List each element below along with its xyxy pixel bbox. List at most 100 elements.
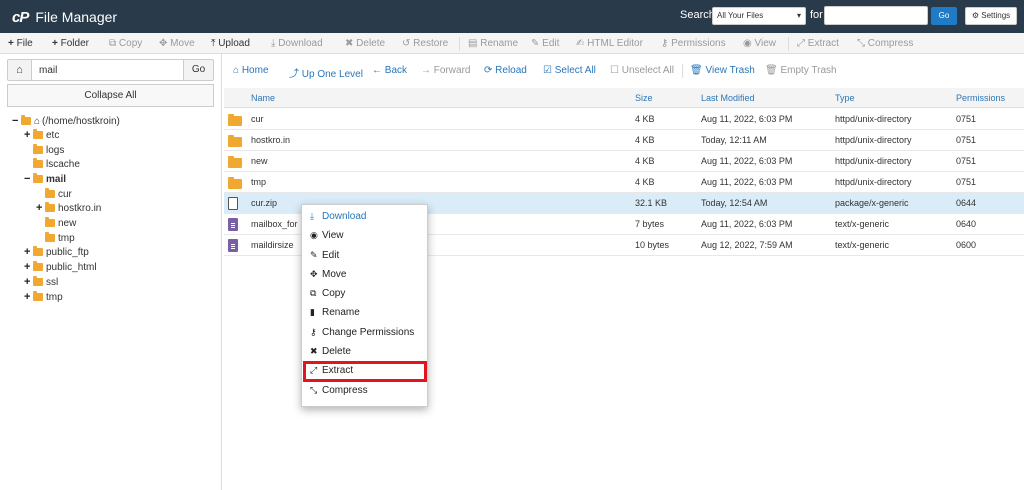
search-scope-select[interactable]: All Your Files ▾ bbox=[712, 7, 806, 25]
copy-icon: ⧉ bbox=[109, 38, 117, 49]
settings-label: Settings bbox=[981, 11, 1011, 20]
tree-item-label: public_html bbox=[46, 261, 97, 273]
collapse-all-button[interactable]: Collapse All bbox=[7, 84, 214, 107]
ctx-copy[interactable]: ⧉ Copy bbox=[310, 288, 345, 299]
unselect-all-button[interactable]: ☐ Unselect All bbox=[610, 65, 674, 76]
folder-icon bbox=[33, 261, 43, 271]
download-button[interactable]: ⤓ Download bbox=[271, 38, 323, 49]
column-header-last-modified[interactable]: Last Modified bbox=[701, 93, 755, 103]
tree-item-logs[interactable]: logs bbox=[33, 143, 64, 157]
edit-button[interactable]: ✎ Edit bbox=[531, 38, 559, 49]
view-trash-button[interactable]: 🗑 View Trash bbox=[690, 65, 755, 76]
move-button[interactable]: ✥ Move bbox=[159, 38, 195, 49]
nav-label: Unselect All bbox=[621, 65, 674, 76]
select-all-button[interactable]: ☑ Select All bbox=[543, 65, 596, 76]
tree-item-etc[interactable]: + etc bbox=[24, 128, 59, 142]
file-modified: Today, 12:11 AM bbox=[701, 135, 767, 145]
upload-button[interactable]: ⤒ Upload bbox=[211, 38, 250, 49]
nav-label: Select All bbox=[554, 65, 596, 76]
path-input[interactable]: mail bbox=[31, 59, 184, 81]
tree-item-mail[interactable]: − mail bbox=[24, 172, 66, 186]
extract-icon: ⤢ bbox=[797, 38, 805, 49]
tree-item-home[interactable]: − ⌂ (/home/hostkroin) bbox=[12, 114, 120, 128]
permissions-button[interactable]: ⚷ Permissions bbox=[661, 38, 726, 49]
expand-toggle-icon[interactable]: + bbox=[24, 246, 32, 258]
file-modified: Today, 12:54 AM bbox=[701, 198, 768, 208]
compress-button[interactable]: ⤡ Compress bbox=[857, 38, 913, 49]
tree-item-lscache[interactable]: lscache bbox=[33, 157, 80, 171]
forward-button[interactable]: → Forward bbox=[421, 65, 470, 76]
ctx-download[interactable]: ⤓ Download bbox=[310, 211, 366, 222]
upload-icon: ⤒ bbox=[211, 38, 216, 49]
ctx-compress[interactable]: ⤡ Compress bbox=[310, 385, 368, 396]
tree-item-label: lscache bbox=[46, 158, 80, 170]
table-row[interactable]: tmp 4 KB Aug 11, 2022, 6:03 PM httpd/uni… bbox=[224, 172, 1024, 193]
tree-item-public-html[interactable]: + public_html bbox=[24, 260, 97, 274]
column-header-permissions[interactable]: Permissions bbox=[956, 93, 1005, 103]
rename-button[interactable]: ▤ Rename bbox=[468, 38, 518, 49]
app-logo[interactable]: cP File Manager bbox=[12, 7, 117, 27]
ctx-change-permissions[interactable]: ⚷ Change Permissions bbox=[310, 327, 414, 338]
file-name: new bbox=[251, 156, 268, 166]
column-header-type[interactable]: Type bbox=[835, 93, 855, 103]
tree-item-new[interactable]: new bbox=[45, 216, 76, 230]
copy-button[interactable]: ⧉ Copy bbox=[109, 38, 142, 49]
toolbar-label: View bbox=[754, 38, 777, 49]
tree-item-ssl[interactable]: + ssl bbox=[24, 275, 58, 289]
table-row[interactable]: new 4 KB Aug 11, 2022, 6:03 PM httpd/uni… bbox=[224, 151, 1024, 172]
new-folder-button[interactable]: + Folder bbox=[52, 38, 89, 49]
expand-toggle-icon[interactable]: + bbox=[24, 291, 32, 303]
expand-toggle-icon[interactable]: + bbox=[24, 129, 32, 141]
file-type: package/x-generic bbox=[835, 198, 909, 208]
html-editor-button[interactable]: ✍ HTML Editor bbox=[576, 38, 643, 49]
search-go-button[interactable]: Go bbox=[931, 7, 957, 25]
delete-icon: ✖ bbox=[345, 38, 354, 49]
folder-icon bbox=[33, 158, 43, 168]
up-one-level-button[interactable]: ⤴ Up One Level bbox=[289, 65, 363, 80]
table-row[interactable]: cur 4 KB Aug 11, 2022, 6:03 PM httpd/uni… bbox=[224, 109, 1024, 130]
back-button[interactable]: ← Back bbox=[372, 65, 407, 76]
new-file-button[interactable]: + File bbox=[8, 38, 33, 49]
expand-toggle-icon[interactable]: + bbox=[24, 276, 32, 288]
empty-trash-button[interactable]: 🗑 Empty Trash bbox=[765, 65, 837, 76]
tree-item-label: tmp bbox=[58, 232, 75, 244]
extract-button[interactable]: ⤢ Extract bbox=[797, 38, 839, 49]
ctx-label: Compress bbox=[322, 385, 368, 396]
ctx-delete[interactable]: ✖ Delete bbox=[310, 346, 351, 357]
ctx-view[interactable]: ◉ View bbox=[310, 230, 344, 241]
tree-item-cur[interactable]: cur bbox=[45, 187, 72, 201]
path-go-button[interactable]: Go bbox=[183, 59, 214, 81]
search-input[interactable] bbox=[824, 6, 928, 25]
file-permissions: 0751 bbox=[956, 135, 977, 145]
tree-item-public-ftp[interactable]: + public_ftp bbox=[24, 245, 89, 259]
table-row[interactable]: hostkro.in 4 KB Today, 12:11 AM httpd/un… bbox=[224, 130, 1024, 151]
folder-icon bbox=[33, 276, 43, 286]
tree-item-label: cur bbox=[58, 188, 72, 200]
plus-icon: + bbox=[52, 38, 58, 49]
delete-button[interactable]: ✖ Delete bbox=[345, 38, 385, 49]
reload-button[interactable]: ⟳ Reload bbox=[484, 65, 527, 76]
restore-button[interactable]: ↺ Restore bbox=[402, 38, 448, 49]
toolbar-label: HTML Editor bbox=[587, 38, 643, 49]
ctx-rename[interactable]: ▮ Rename bbox=[310, 307, 360, 318]
tree-item-label: public_ftp bbox=[46, 246, 89, 258]
ctx-move[interactable]: ✥ Move bbox=[310, 269, 346, 280]
directory-tree-pane: ⌂ mail Go Collapse All − ⌂ (/home/hostkr… bbox=[0, 54, 222, 490]
settings-button[interactable]: ⚙ Settings bbox=[965, 7, 1017, 25]
expand-toggle-icon[interactable]: + bbox=[24, 261, 32, 273]
collapse-toggle-icon[interactable]: − bbox=[12, 115, 20, 127]
expand-toggle-icon[interactable]: + bbox=[36, 202, 44, 214]
tree-item-tmp[interactable]: tmp bbox=[45, 231, 75, 245]
nav-home-button[interactable]: ⌂ Home bbox=[233, 65, 269, 76]
column-header-name[interactable]: Name bbox=[251, 93, 275, 103]
tree-item-tmp-root[interactable]: + tmp bbox=[24, 290, 63, 304]
column-header-size[interactable]: Size bbox=[635, 93, 653, 103]
view-button[interactable]: ◉ View bbox=[743, 38, 776, 49]
ctx-edit[interactable]: ✎ Edit bbox=[310, 250, 339, 261]
tree-item-hostkro[interactable]: + hostkro.in bbox=[36, 201, 101, 215]
file-permissions: 0751 bbox=[956, 177, 977, 187]
collapse-toggle-icon[interactable]: − bbox=[24, 173, 32, 185]
file-name: cur.zip bbox=[251, 198, 278, 208]
home-directory-button[interactable]: ⌂ bbox=[7, 59, 32, 81]
search-label: Search bbox=[680, 9, 715, 21]
